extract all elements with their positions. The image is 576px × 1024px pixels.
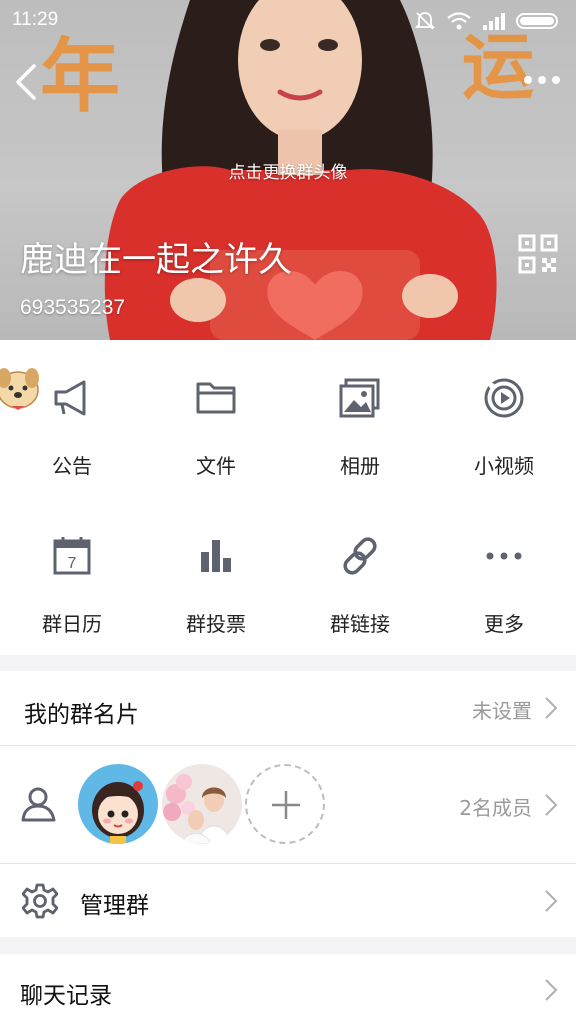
feature-files[interactable]: 文件 [144, 340, 288, 498]
my-group-card-title: 我的群名片 [24, 702, 139, 728]
members-row[interactable]: 2名成员 [0, 746, 576, 864]
feature-short-video[interactable]: 小视频 [432, 340, 576, 498]
feature-calendar[interactable]: 7 群日历 [0, 498, 144, 656]
feature-label: 群日历 [42, 612, 102, 636]
feature-album[interactable]: 相册 [288, 340, 432, 498]
battery-icon [516, 13, 558, 29]
group-cover-header[interactable]: 年 运 11:29 点击更换群头像 鹿迪在一起之许久 693535237 [0, 0, 576, 340]
plus-icon [272, 791, 300, 819]
more-options-icon[interactable] [522, 70, 562, 90]
group-features-grid: 公告 文件 相册 小视频 7 群日历 群投票 群链接 更多 [0, 340, 576, 655]
feature-label: 更多 [484, 612, 524, 636]
add-member-button[interactable] [245, 764, 325, 844]
short-video-icon [484, 378, 524, 418]
group-id: 693535237 [20, 296, 126, 319]
dog-mascot-sticker[interactable] [0, 364, 42, 414]
feature-vote[interactable]: 群投票 [144, 498, 288, 656]
member-avatar[interactable] [162, 764, 242, 844]
chat-history-title: 聊天记录 [20, 983, 112, 1009]
wifi-icon [447, 12, 471, 30]
my-group-card-value: 未设置 [472, 699, 532, 723]
calendar-day: 7 [68, 555, 77, 572]
calendar-icon: 7 [53, 537, 91, 575]
status-bar: 11:29 [0, 0, 576, 42]
photo-album-icon [339, 378, 380, 418]
change-avatar-hint[interactable]: 点击更换群头像 [0, 158, 576, 183]
back-arrow-icon[interactable] [12, 62, 42, 102]
chat-history-row[interactable]: 聊天记录 [0, 954, 576, 1024]
manage-group-title: 管理群 [80, 893, 149, 919]
group-name: 鹿迪在一起之许久 [20, 240, 292, 280]
manage-group-row[interactable]: 管理群 [0, 864, 576, 937]
member-avatar[interactable] [78, 764, 158, 844]
member-count: 2名成员 [459, 796, 532, 820]
gear-icon [22, 883, 58, 919]
my-group-card-row[interactable]: 我的群名片 未设置 [0, 671, 576, 746]
feature-label: 群链接 [330, 612, 390, 636]
mute-bell-icon [414, 12, 436, 30]
chevron-right-icon [545, 890, 558, 912]
members-icon [21, 787, 56, 822]
feature-link[interactable]: 群链接 [288, 498, 432, 656]
feature-label: 小视频 [474, 454, 534, 478]
link-icon [343, 537, 377, 575]
signal-icon [483, 13, 505, 30]
folder-icon [196, 382, 236, 414]
feature-label: 相册 [340, 454, 380, 478]
status-time: 11:29 [12, 9, 59, 30]
vote-chart-icon [201, 540, 231, 572]
feature-label: 群投票 [186, 612, 246, 636]
chevron-right-icon [545, 979, 558, 1001]
chevron-right-icon [545, 794, 558, 816]
feature-label: 公告 [52, 454, 92, 478]
feature-more[interactable]: 更多 [432, 498, 576, 656]
more-dots-icon [486, 552, 522, 560]
qr-code-icon[interactable] [518, 234, 558, 274]
megaphone-icon [54, 380, 86, 416]
feature-label: 文件 [196, 454, 236, 478]
chevron-right-icon [545, 697, 558, 719]
